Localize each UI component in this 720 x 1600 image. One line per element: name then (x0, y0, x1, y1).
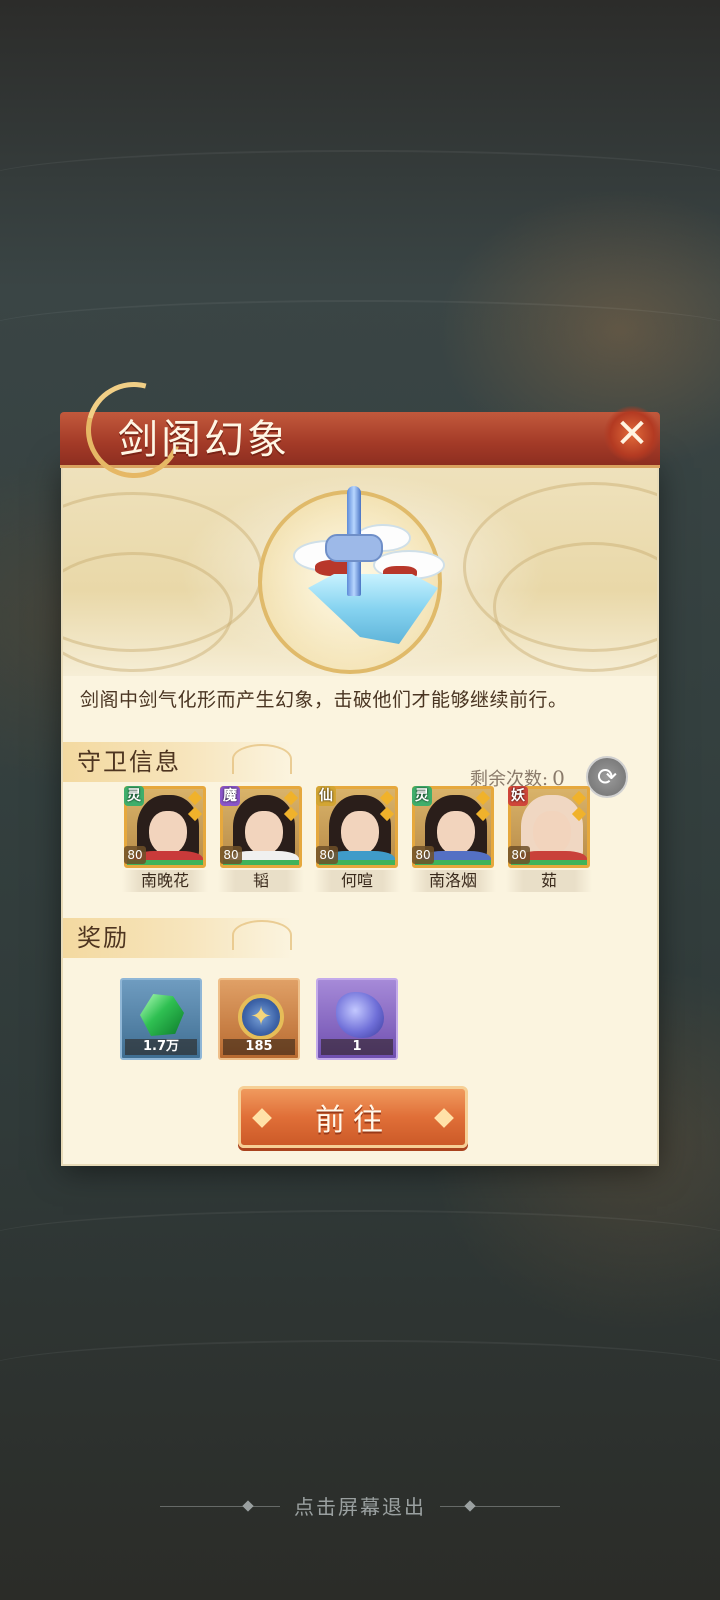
guard-name: 南洛烟 (410, 870, 496, 892)
exit-hint[interactable]: 点击屏幕退出 (0, 1492, 720, 1522)
faction-badge: 仙 (316, 786, 336, 806)
hero-illustration (63, 462, 657, 676)
level-badge: 80 (412, 846, 434, 864)
spirit-scroll-icon (336, 992, 384, 1038)
background-wave (0, 1340, 720, 1400)
guard-card[interactable]: 仙 80 何喧 (314, 786, 400, 894)
faction-badge: 灵 (124, 786, 144, 806)
dialog-description: 剑阁中剑气化形而产生幻象，击破他们才能够继续前行。 (80, 689, 568, 711)
refresh-icon: ⟳ (596, 763, 618, 791)
guard-name: 韬 (218, 870, 304, 892)
guard-card[interactable]: 妖 80 茹 (506, 786, 592, 894)
reward-item[interactable]: 1 (316, 978, 398, 1060)
level-badge: 80 (124, 846, 146, 864)
guard-card[interactable]: 灵 80 南晚花 (122, 786, 208, 894)
background-wave (0, 300, 720, 360)
faction-badge: 妖 (508, 786, 528, 806)
level-badge: 80 (220, 846, 242, 864)
level-badge: 80 (508, 846, 530, 864)
background-wave (0, 150, 720, 210)
dialog-title: 剑阁幻象 (118, 417, 290, 463)
reward-section-title: 奖励 (77, 924, 129, 952)
reward-item[interactable]: ✦ 185 (218, 978, 300, 1060)
refresh-button[interactable]: ⟳ (586, 756, 628, 798)
level-badge: 80 (316, 846, 338, 864)
gold-coin-icon: ✦ (238, 994, 284, 1040)
faction-badge: 魔 (220, 786, 240, 806)
guard-name: 茹 (506, 870, 592, 892)
sparkle-icon (252, 1108, 272, 1128)
guard-card[interactable]: 灵 80 南洛烟 (410, 786, 496, 894)
background-wave (0, 1210, 720, 1270)
sparkle-icon (434, 1108, 454, 1128)
lotus-ornament (232, 744, 292, 774)
faction-badge: 灵 (412, 786, 432, 806)
go-button-label: 前往 (315, 1103, 391, 1138)
green-gem-icon (140, 994, 184, 1036)
guard-name: 南晚花 (122, 870, 208, 892)
go-button[interactable]: 前往 (238, 1086, 468, 1148)
close-icon: ✕ (615, 411, 649, 457)
reward-list: 1.7万 ✦ 185 1 (120, 978, 420, 1062)
guard-list: 灵 80 南晚花 魔 80 韬 仙 80 何喧 灵 80 南洛烟 妖 80 茹 (122, 786, 592, 894)
reward-quantity: 1 (321, 1039, 393, 1055)
reward-quantity: 185 (223, 1039, 295, 1055)
reward-item[interactable]: 1.7万 (120, 978, 202, 1060)
reward-quantity: 1.7万 (125, 1039, 197, 1055)
guard-name: 何喧 (314, 870, 400, 892)
sword-guard (325, 534, 383, 562)
guard-card[interactable]: 魔 80 韬 (218, 786, 304, 894)
guard-section-title: 守卫信息 (77, 748, 181, 776)
close-button[interactable]: ✕ (604, 406, 660, 462)
lotus-ornament (232, 920, 292, 950)
